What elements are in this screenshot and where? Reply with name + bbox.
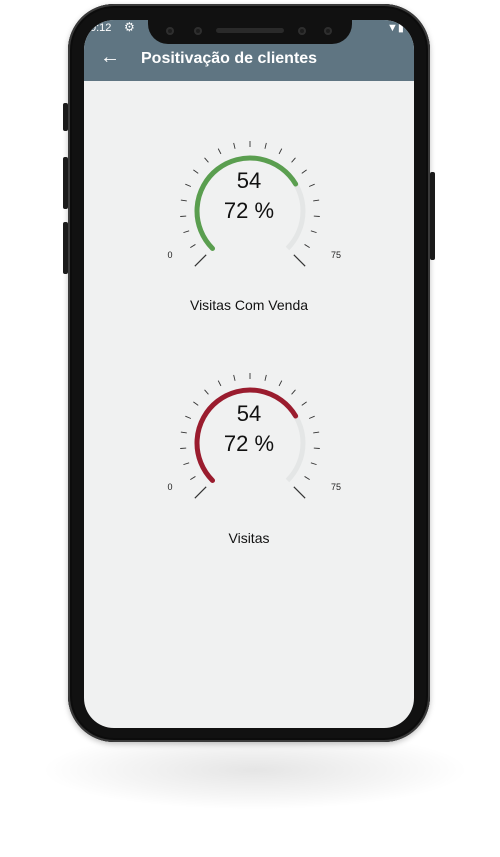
gauge-minor-tick: [310, 230, 317, 234]
screen: 0:12 ⚙ ▼▮ ← Positivação de clientes 0 75…: [84, 20, 414, 728]
gauge-minor-tick: [217, 380, 222, 387]
gauge-card-visitas: 0 75 54 72 % Visitas: [84, 340, 414, 570]
gauge-minor-tick: [278, 148, 283, 155]
gauge-minor-tick: [291, 389, 296, 395]
gauge-minor-tick: [183, 230, 190, 234]
gauge-minor-tick: [233, 142, 236, 149]
gauge-major-tick: [293, 486, 306, 499]
gauge-percent: 72 %: [223, 198, 275, 223]
page-title: Positivação de clientes: [141, 50, 318, 67]
status-time: 0:12: [90, 22, 112, 34]
speaker-grille: [216, 28, 284, 33]
side-button-mute: [63, 103, 68, 131]
gauge-minor-tick: [278, 380, 283, 387]
side-button-power: [430, 172, 435, 260]
gauge-minor-tick: [304, 244, 310, 248]
gauge-label: Visitas Com Venda: [189, 297, 309, 313]
gauge-min-label: 0: [167, 250, 172, 260]
gauge-major-tick: [194, 254, 207, 267]
gauge-minor-tick: [204, 157, 209, 163]
gauge-minor-tick: [233, 374, 236, 381]
side-button-volume-down: [63, 222, 68, 274]
sensor-dot: [166, 27, 174, 35]
side-button-volume-up: [63, 157, 68, 209]
gauge-minor-tick: [190, 244, 196, 248]
gauge-label: Visitas: [228, 530, 270, 546]
gauge-percent: 72 %: [223, 431, 275, 456]
gauge-major-tick: [293, 254, 306, 267]
gauge-max-label: 75: [331, 250, 341, 260]
gauge-minor-tick: [204, 389, 209, 395]
camera-notch: [148, 20, 352, 44]
gauge-max-label: 75: [331, 482, 341, 492]
gauge-minor-tick: [190, 476, 196, 480]
gauge-minor-tick: [264, 142, 267, 149]
gauge-minor-tick: [291, 157, 296, 163]
signal-battery-icons: ▼▮: [387, 22, 404, 34]
front-camera: [324, 27, 332, 35]
sensor-dot: [298, 27, 306, 35]
gauge-card-visitas-com-venda: 0 75 54 72 % Visitas Com Venda: [84, 108, 414, 328]
gauge-minor-tick: [217, 148, 222, 155]
back-arrow-icon[interactable]: ←: [100, 47, 120, 67]
gauge-value: 54: [236, 401, 262, 426]
gear-icon: ⚙: [124, 20, 135, 34]
app-bar: 0:12 ⚙ ▼▮ ← Positivação de clientes: [84, 20, 414, 81]
gauge-minor-tick: [264, 374, 267, 381]
sensor-dot: [194, 27, 202, 35]
gauge-value: 54: [236, 168, 262, 193]
gauge-major-tick: [194, 486, 207, 499]
gauge-minor-tick: [304, 476, 310, 480]
phone-shadow: [40, 730, 470, 810]
gauge-minor-tick: [183, 462, 190, 466]
gauge-minor-tick: [310, 462, 317, 466]
gauge-min-label: 0: [167, 482, 172, 492]
